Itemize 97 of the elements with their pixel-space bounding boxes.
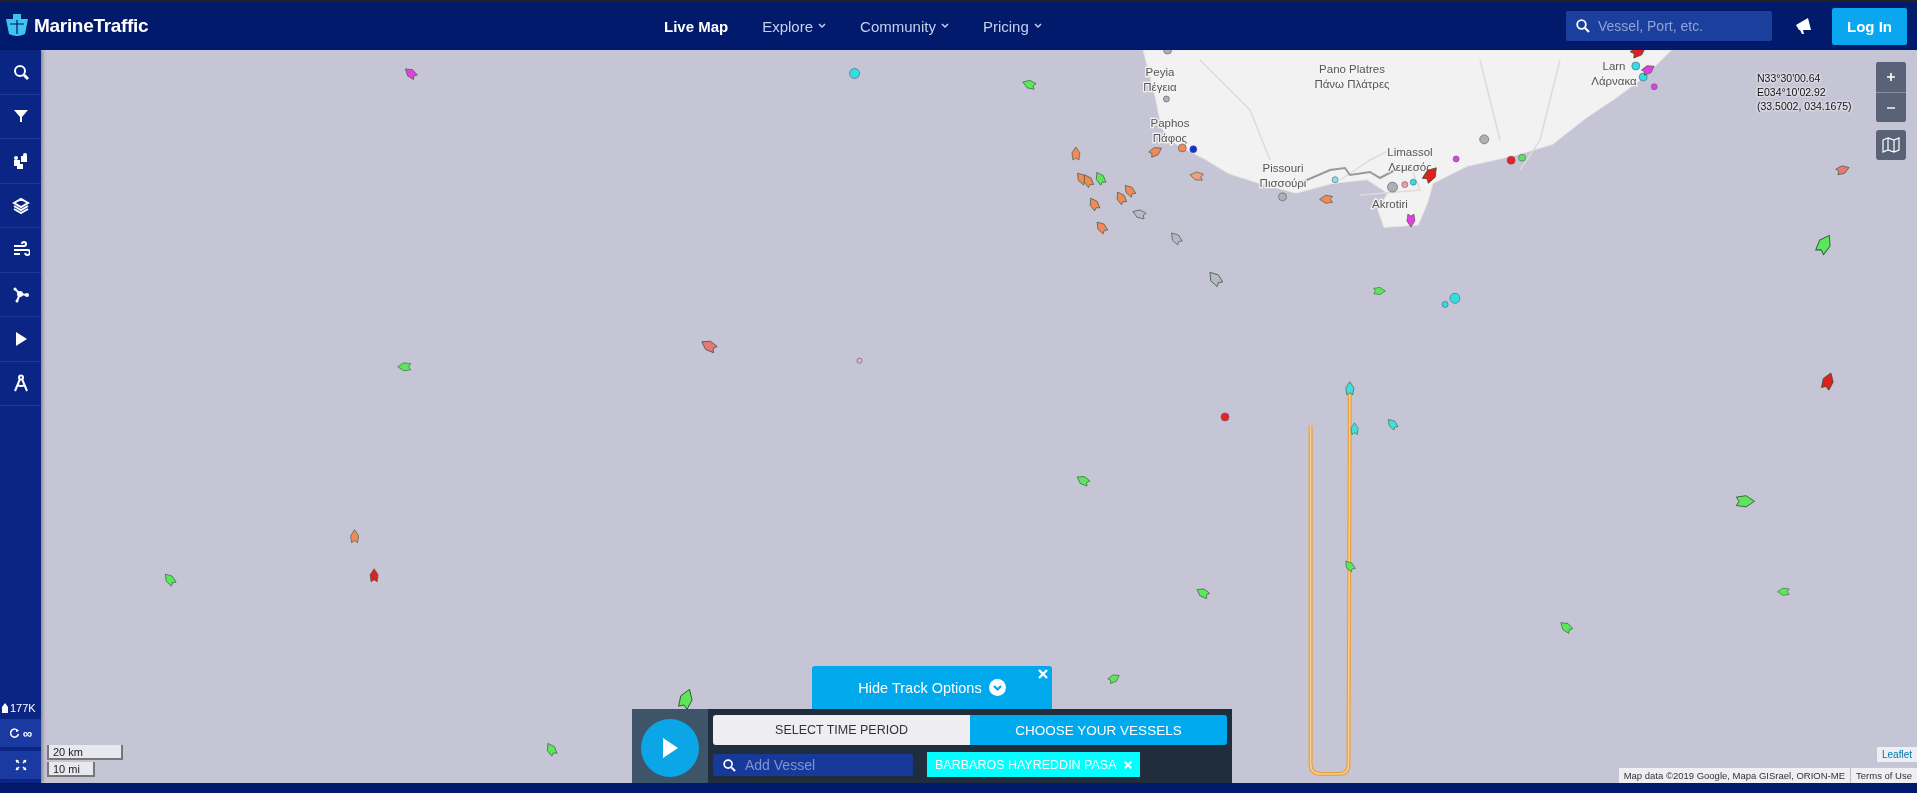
network-icon — [11, 285, 30, 304]
vessel-dot-icon[interactable] — [1441, 301, 1449, 308]
cluster-icon — [11, 151, 30, 170]
ship-icon[interactable] — [1406, 213, 1416, 228]
compass-icon — [11, 374, 30, 393]
ship-icon[interactable] — [1815, 234, 1831, 255]
chevron-down-icon — [818, 23, 827, 29]
vessel-dot-icon[interactable] — [1631, 61, 1641, 71]
ship-icon[interactable] — [1132, 209, 1147, 220]
vessel-dot-icon[interactable] — [1331, 176, 1339, 183]
place-label: Λεμεσός — [1388, 161, 1432, 173]
place-label: Πισσούρι — [1259, 177, 1307, 189]
chevron-down-icon — [940, 23, 949, 29]
vessel-dot-icon[interactable] — [1638, 72, 1648, 82]
map-attribution: Map data ©2019 Google, Mapa GISrael, ORION-ME — [1622, 769, 1847, 783]
map-icon — [1882, 137, 1900, 153]
refresh-icon — [8, 727, 20, 739]
map-type-button[interactable] — [1876, 130, 1906, 160]
ship-icon[interactable] — [369, 568, 379, 583]
place-label: Pano Platres — [1319, 63, 1385, 75]
place-label: Limassol — [1387, 146, 1433, 158]
vessel-dot-icon[interactable] — [1650, 83, 1658, 91]
chevron-circle-icon — [988, 679, 1006, 696]
ship-icon[interactable] — [1083, 174, 1094, 188]
search-icon — [1576, 19, 1590, 33]
close-icon[interactable] — [1038, 669, 1048, 679]
ship-icon[interactable] — [405, 68, 418, 80]
vessel-dot-icon[interactable] — [1278, 192, 1287, 202]
place-label: Λάρνακα — [1591, 75, 1637, 87]
plus-icon — [1886, 72, 1896, 82]
vessel-dot-icon[interactable] — [1410, 178, 1417, 186]
ship-icon[interactable] — [1096, 221, 1109, 235]
vessel-dot-icon[interactable] — [1189, 145, 1198, 153]
vessel-dot-icon[interactable] — [1387, 181, 1398, 193]
vessel-count: 177K — [10, 702, 36, 714]
fullscreen-icon — [14, 759, 27, 771]
vessel-dot-icon[interactable] — [1479, 134, 1489, 145]
search-icon — [11, 62, 30, 81]
search-field[interactable]: Vessel, Port, etc. — [1566, 11, 1772, 41]
ship-icon[interactable] — [165, 573, 177, 587]
ship-icon[interactable] — [1071, 146, 1081, 161]
vessel-dot-icon[interactable] — [1449, 293, 1461, 304]
place-label: Akrotiri — [1372, 198, 1408, 210]
place-label: Larn — [1602, 60, 1626, 72]
logo-text: MarineTraffic — [34, 15, 149, 37]
place-label: Paphos — [1150, 117, 1190, 129]
place-label: Πέγεια — [1143, 81, 1177, 93]
ship-icon[interactable] — [1148, 147, 1162, 158]
ship-icon[interactable] — [1196, 588, 1210, 599]
vessel-dot-icon[interactable] — [1518, 153, 1526, 162]
vessel-dot-icon[interactable] — [1506, 155, 1516, 165]
ship-icon[interactable] — [1835, 165, 1850, 176]
fullscreen-button[interactable] — [0, 751, 41, 779]
ship-icon[interactable] — [678, 688, 693, 710]
ship-icon[interactable] — [1821, 372, 1834, 391]
nav-link[interactable]: Live Map — [647, 17, 746, 35]
ship-icon[interactable] — [1735, 495, 1755, 508]
close-icon — [1123, 760, 1132, 769]
nav-link[interactable]: Pricing — [965, 17, 1059, 35]
track-tab[interactable]: SELECT TIME PERIOD — [713, 715, 970, 745]
chevron-down-icon — [1033, 23, 1042, 29]
ship-icon — [2, 703, 8, 713]
search-icon — [723, 758, 736, 772]
ship-icon[interactable] — [1089, 197, 1101, 212]
wind-icon — [11, 240, 30, 259]
play-icon — [661, 737, 679, 759]
place-label: Πάφος — [1152, 132, 1188, 144]
ship-icon[interactable] — [1116, 191, 1127, 206]
vessel-dot-icon[interactable] — [1163, 95, 1170, 103]
nav-link[interactable]: Explore — [745, 17, 844, 35]
leaflet-link[interactable]: Leaflet — [1876, 747, 1917, 762]
ship-icon[interactable] — [1560, 622, 1573, 634]
vessel-dot-icon[interactable] — [1220, 412, 1230, 422]
play-button[interactable] — [641, 719, 699, 777]
place-label: Peyia — [1145, 66, 1175, 78]
coordinates-readout: N33°30'00.64 E034°10'02.92 (33.5002, 034.1675) — [1757, 71, 1852, 113]
zoom-out-button[interactable] — [1876, 92, 1906, 122]
vessel-dot-icon[interactable] — [1178, 143, 1187, 153]
refresh-button[interactable]: ∞ — [0, 719, 41, 747]
ship-icon[interactable] — [547, 743, 558, 757]
place-label: Pissouri — [1262, 162, 1304, 174]
vessel-dot-icon[interactable] — [1452, 155, 1460, 163]
nav-link[interactable]: Community — [843, 17, 966, 35]
add-vessel-field[interactable]: Add Vessel — [713, 753, 913, 776]
vessel-dot-icon[interactable] — [1401, 181, 1409, 188]
megaphone-icon[interactable] — [1794, 17, 1814, 35]
vessel-dot-icon[interactable] — [856, 357, 863, 364]
ship-icon[interactable] — [1096, 172, 1107, 186]
place-label: Πάνω Πλάτρες — [1314, 78, 1390, 90]
ship-icon[interactable] — [1124, 185, 1137, 198]
layers-icon — [11, 196, 30, 215]
scale-bar: 20 km — [47, 745, 123, 760]
ship-icon[interactable] — [701, 340, 718, 354]
vessel-dot-icon[interactable] — [849, 68, 860, 79]
ship-icon[interactable] — [1641, 65, 1655, 76]
ship-icon[interactable] — [1209, 272, 1224, 287]
scale-bar: 10 mi — [47, 762, 95, 777]
